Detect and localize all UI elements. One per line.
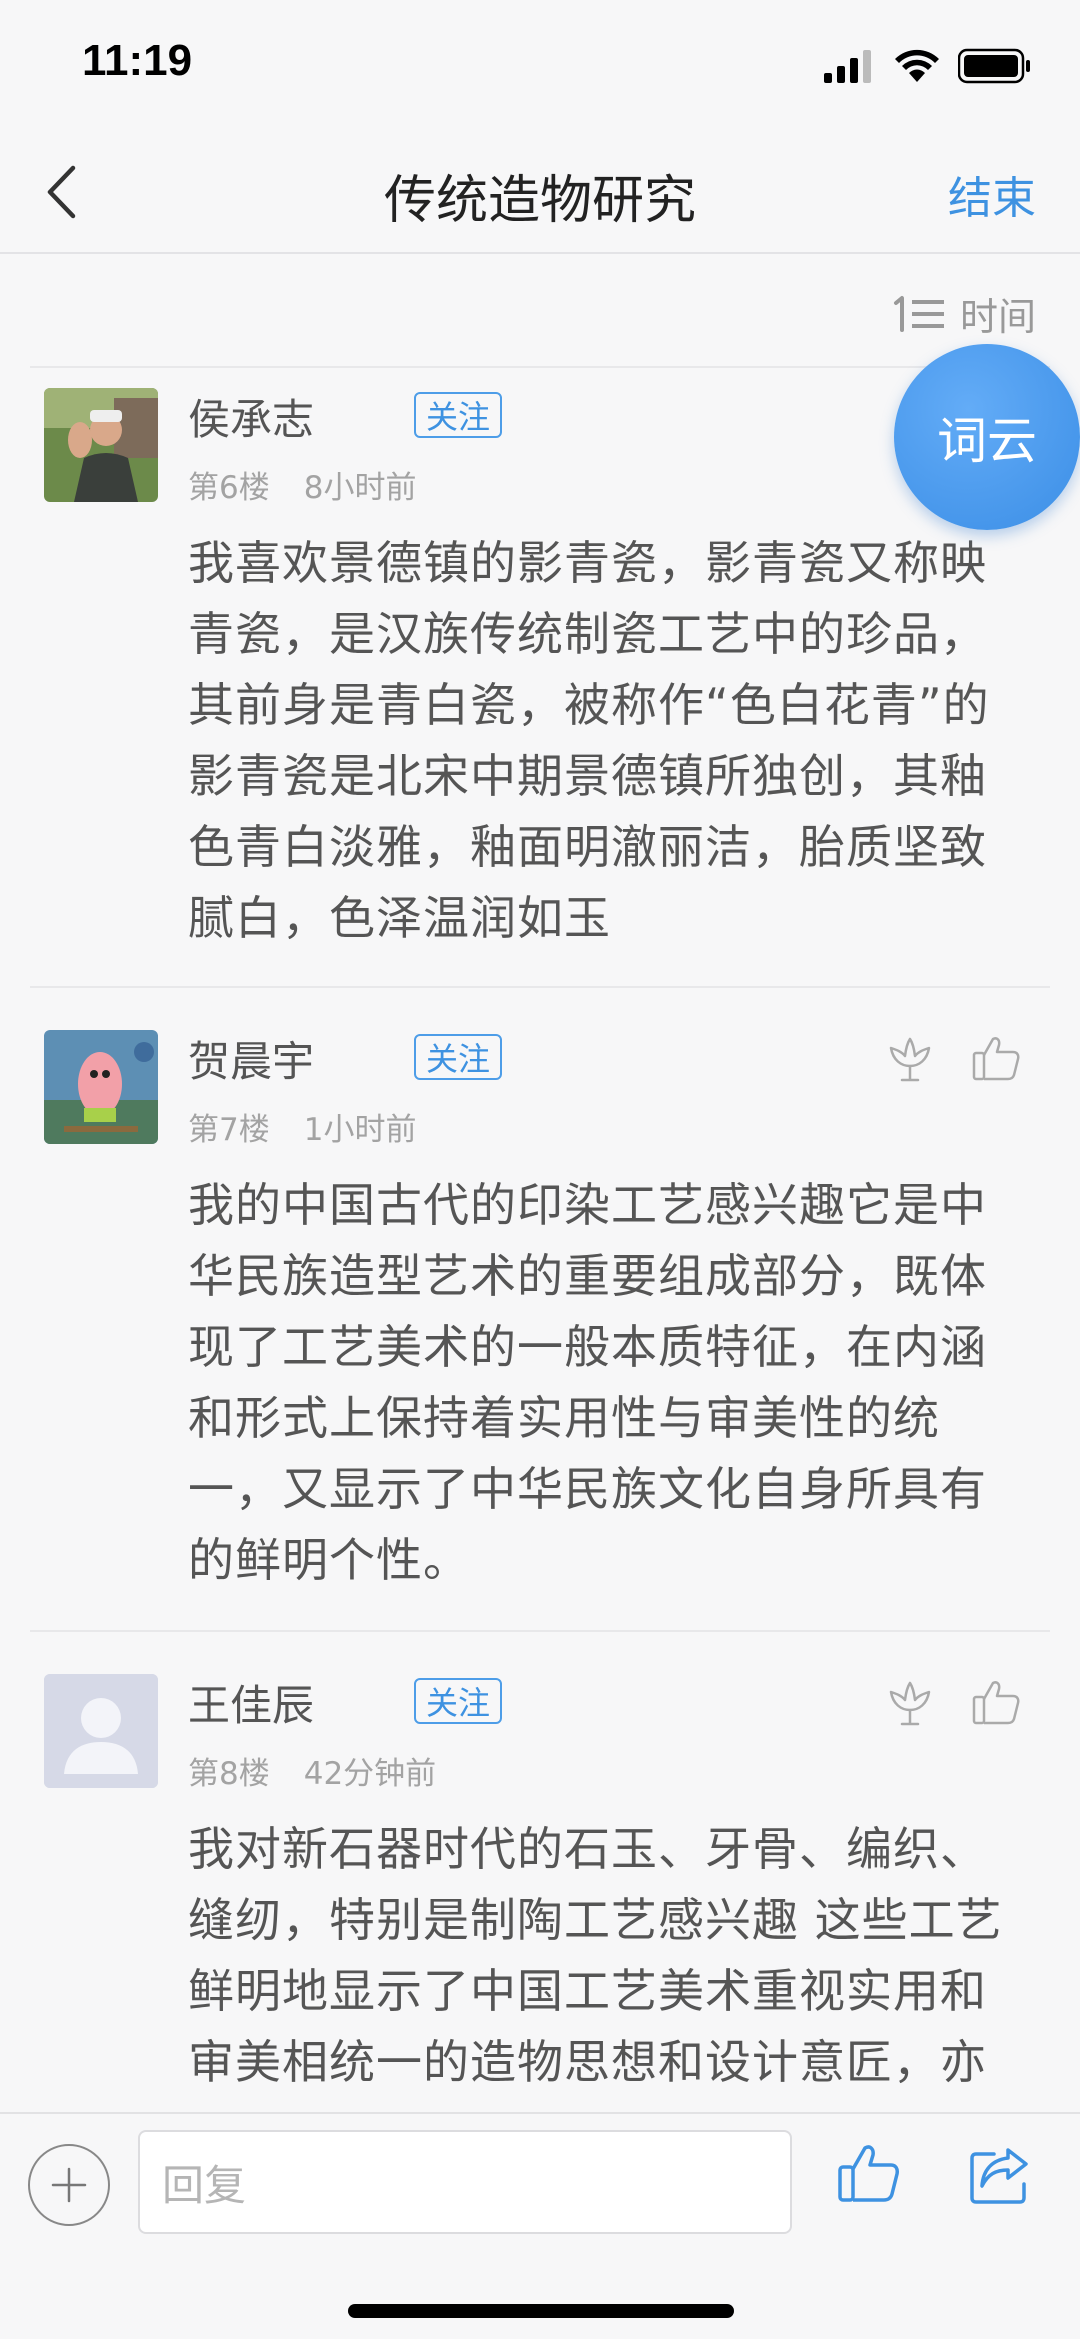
body-line: 青瓷，是汉族传统制瓷工艺中的珍品，	[188, 607, 987, 661]
status-icons	[824, 48, 1032, 84]
wordcloud-button[interactable]: 词云	[894, 344, 1080, 530]
reply-input[interactable]: 回复	[138, 2130, 792, 2234]
share-button[interactable]	[968, 2144, 1038, 2214]
floor-number: 第6楼	[188, 470, 270, 506]
reply-placeholder: 回复	[162, 2160, 247, 2210]
comment-meta: 第6楼 8小时前	[188, 462, 416, 507]
timestamp: 42分钟前	[303, 1756, 437, 1792]
signal-icon	[824, 50, 871, 83]
sort-list-icon	[893, 295, 944, 332]
floor-number: 第8楼	[188, 1756, 270, 1792]
like-button[interactable]	[968, 1030, 1024, 1086]
sort-label: 时间	[959, 295, 1036, 339]
floor-number: 第7楼	[188, 1112, 270, 1148]
flower-icon	[889, 1681, 931, 1726]
body-line: 我的中国古代的印染工艺感兴趣它是中	[188, 1178, 987, 1232]
list-item: 王佳辰 关注 第8楼 42分钟前 我对新石器时代的石玉、牙骨、编织、 缝纫，特别…	[0, 1630, 1080, 2112]
home-indicator	[348, 2304, 734, 2318]
list-item: 贺晨宇 关注 第7楼 1小时前 我的中国古代的印染工艺感兴趣它是中 华民族造型艺…	[0, 986, 1080, 1630]
end-button[interactable]: 结束	[948, 162, 1036, 226]
follow-button[interactable]: 关注	[414, 392, 502, 438]
body-line: 色青白淡雅，釉面明澈丽洁，胎质坚致	[188, 820, 987, 874]
page-title: 传统造物研究	[383, 171, 696, 231]
comment-body: 我喜欢景德镇的影青瓷，影青瓷又称映 青瓷，是汉族传统制瓷工艺中的珍品， 其前身是…	[188, 528, 1044, 954]
timestamp: 8小时前	[303, 470, 417, 506]
body-line: 和形式上保持着实用性与审美性的统	[188, 1391, 940, 1445]
thumbs-up-icon	[972, 1037, 1020, 1081]
plus-icon	[51, 2167, 87, 2203]
body-line: 华民族造型艺术的重要组成部分，既体	[188, 1249, 987, 1303]
add-attachment-button[interactable]	[28, 2144, 110, 2226]
body-line: 我喜欢景德镇的影青瓷，影青瓷又称映	[188, 536, 987, 590]
battery-icon	[958, 48, 1030, 84]
body-line: 审美相统一的造物思想和设计意匠，亦	[188, 2035, 987, 2089]
comment-body: 我对新石器时代的石玉、牙骨、编织、 缝纫，特别是制陶工艺感兴趣 这些工艺 鲜明地…	[188, 1814, 1044, 2098]
avatar[interactable]	[44, 388, 158, 502]
wordcloud-label: 词云	[937, 412, 1037, 470]
avatar[interactable]	[44, 1674, 158, 1788]
comment-body: 我的中国古代的印染工艺感兴趣它是中 华民族造型艺术的重要组成部分，既体 现了工艺…	[188, 1170, 1044, 1596]
body-line: 影青瓷是北宋中期景德镇所独创，其釉	[188, 749, 987, 803]
follow-button[interactable]: 关注	[414, 1034, 502, 1080]
status-time: 11:19	[82, 36, 193, 85]
avatar[interactable]	[44, 1030, 158, 1144]
nav-bar: 传统造物研究 结束	[0, 130, 1080, 254]
flower-icon	[889, 1037, 931, 1082]
body-line: 缝纫，特别是制陶工艺感兴趣 这些工艺	[188, 1893, 1003, 1947]
body-line: 一，又显示了中华民族文化自身所具有	[188, 1462, 987, 1516]
follow-button[interactable]: 关注	[414, 1678, 502, 1724]
comment-meta: 第8楼 42分钟前	[188, 1748, 436, 1793]
username[interactable]: 王佳辰	[188, 1672, 314, 1733]
share-icon	[970, 2148, 1028, 2204]
thumbs-up-icon	[972, 1681, 1020, 1725]
send-flower-button[interactable]	[882, 1032, 938, 1088]
timestamp: 1小时前	[303, 1112, 417, 1148]
body-line: 的鲜明个性。	[188, 1533, 470, 1587]
body-line: 鲜明地显示了中国工艺美术重视实用和	[188, 1964, 987, 2018]
like-post-button[interactable]	[836, 2140, 916, 2220]
send-flower-button[interactable]	[882, 1676, 938, 1732]
like-button[interactable]	[968, 1674, 1024, 1730]
comment-meta: 第7楼 1小时前	[188, 1104, 416, 1149]
body-line: 现了工艺美术的一般本质特征，在内涵	[188, 1320, 987, 1374]
status-bar: 11:19	[0, 0, 1080, 130]
thumbs-up-icon	[838, 2145, 899, 2202]
username[interactable]: 侯承志	[188, 386, 314, 447]
username[interactable]: 贺晨宇	[188, 1028, 314, 1089]
body-line: 腻白，色泽温润如玉	[188, 891, 611, 945]
body-line: 我对新石器时代的石玉、牙骨、编织、	[188, 1822, 987, 1876]
sort-toggle[interactable]: 时间	[892, 286, 1036, 341]
wifi-icon	[895, 49, 939, 82]
body-line: 其前身是青白瓷，被称作“色白花青”的	[188, 678, 990, 732]
